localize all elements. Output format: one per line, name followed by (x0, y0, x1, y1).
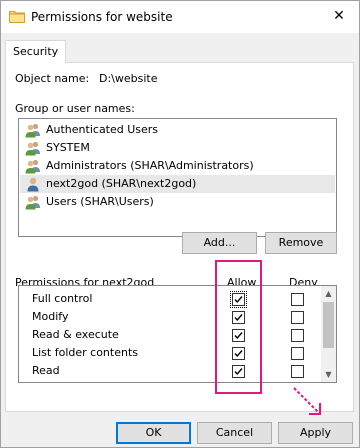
users-group-icon (25, 123, 40, 138)
object-name-value: D:\website (99, 72, 158, 85)
permission-label: Full control (32, 292, 93, 305)
permissions-list[interactable]: Full control Modify Read & execute List … (18, 285, 337, 383)
remove-button[interactable]: Remove (265, 232, 337, 254)
scroll-up-icon[interactable]: ▲ (321, 286, 336, 301)
permission-row-read: Read (19, 362, 319, 380)
permission-row-partial (19, 380, 319, 382)
permissions-dialog: Permissions for website ✕ Security Objec… (0, 0, 360, 448)
scrollbar-thumb[interactable] (323, 302, 334, 348)
permissions-scrollbar[interactable]: ▲ ▼ (321, 286, 336, 382)
list-item-label: next2god (SHAR\next2god) (46, 177, 197, 190)
user-icon (27, 177, 39, 192)
permission-label: Read (32, 364, 60, 377)
permission-row-read-execute: Read & execute (19, 326, 319, 344)
list-item-label: SYSTEM (46, 141, 90, 154)
annotation-arrow-icon (293, 387, 321, 415)
list-item-next2god[interactable]: next2god (SHAR\next2god) (20, 175, 335, 193)
permission-label: Modify (32, 310, 69, 323)
list-item-label: Administrators (SHAR\Administrators) (46, 159, 254, 172)
permission-label: Read & execute (32, 328, 119, 341)
list-item-administrators[interactable]: Administrators (SHAR\Administrators) (20, 157, 335, 175)
users-group-icon (25, 159, 40, 174)
folder-icon (9, 11, 25, 23)
permission-label: List folder contents (32, 346, 138, 359)
list-item-authenticated-users[interactable]: Authenticated Users (20, 121, 335, 139)
deny-checkbox-full-control[interactable] (291, 293, 304, 306)
permission-row-modify: Modify (19, 308, 319, 326)
window-title: Permissions for website (31, 10, 173, 24)
group-user-list[interactable]: Authenticated Users SYSTEM Administrator… (18, 118, 337, 237)
scroll-down-icon[interactable]: ▼ (321, 367, 336, 382)
annotation-highlight-box (215, 260, 262, 394)
tab-security[interactable]: Security (5, 40, 67, 63)
add-button[interactable]: Add... (182, 232, 257, 254)
title-bar[interactable]: Permissions for website ✕ (1, 1, 359, 33)
deny-checkbox-read-execute[interactable] (291, 329, 304, 342)
group-list-label: Group or user names: (15, 102, 135, 115)
deny-checkbox-modify[interactable] (291, 311, 304, 324)
object-name-label: Object name: (15, 72, 90, 85)
list-item-system[interactable]: SYSTEM (20, 139, 335, 157)
list-item-users[interactable]: Users (SHAR\Users) (20, 193, 335, 211)
permission-row-full-control: Full control (19, 290, 319, 308)
users-group-icon (25, 141, 40, 156)
permission-row-list-folder-contents: List folder contents (19, 344, 319, 362)
deny-checkbox-read[interactable] (291, 365, 304, 378)
close-button[interactable]: ✕ (323, 3, 355, 31)
ok-button[interactable]: OK (116, 422, 191, 444)
list-item-label: Users (SHAR\Users) (46, 195, 154, 208)
apply-button[interactable]: Apply (278, 422, 353, 444)
close-icon: ✕ (333, 8, 345, 24)
list-item-label: Authenticated Users (46, 123, 159, 136)
users-group-icon (25, 195, 40, 210)
deny-checkbox-list-folder-contents[interactable] (291, 347, 304, 360)
cancel-button[interactable]: Cancel (197, 422, 272, 444)
